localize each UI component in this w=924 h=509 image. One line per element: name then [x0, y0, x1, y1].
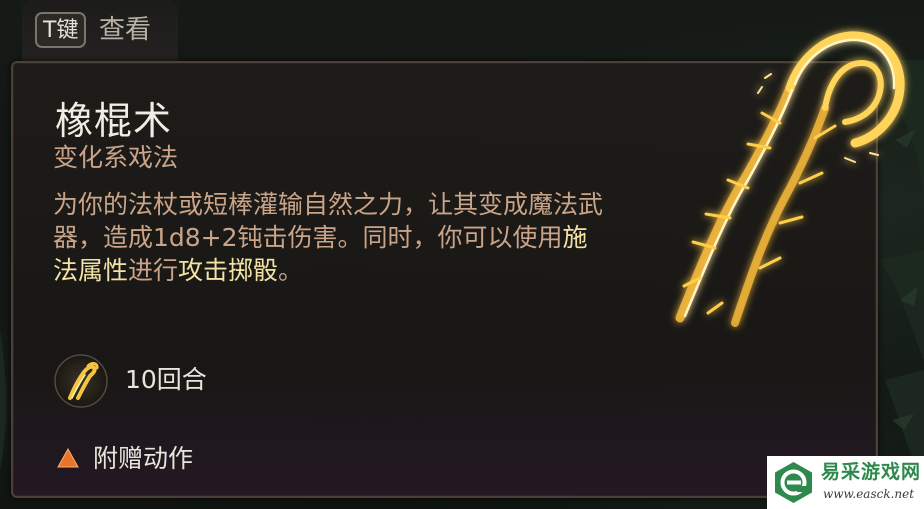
- inspect-label: 查看: [99, 15, 152, 45]
- description-keyword[interactable]: 攻击掷骰: [178, 256, 278, 285]
- watermark-url: www.easck.net: [823, 487, 915, 501]
- description-text: 。: [278, 256, 304, 285]
- inspect-hint-tab[interactable]: T键 查看: [22, 0, 178, 62]
- action-type: 附赠动作: [93, 444, 194, 473]
- spell-title: 橡棍术: [55, 99, 173, 143]
- glowing-shillelagh-club-icon: [675, 31, 905, 327]
- bonus-action-triangle-icon: [57, 447, 79, 468]
- shillelagh-spell-icon: [54, 354, 108, 408]
- site-logo-icon: [775, 462, 812, 503]
- spell-duration: 10回合: [125, 365, 207, 394]
- description-text: 进行: [128, 256, 179, 285]
- site-watermark: 易采游戏网 www.easck.net: [767, 456, 924, 509]
- spell-description: 为你的法杖或短棒灌输自然之力，让其变成魔法武器，造成1d8+2钝击伤害。同时，你…: [53, 188, 608, 287]
- spell-school: 变化系戏法: [53, 143, 179, 172]
- description-text: 为你的法杖或短棒灌输自然之力，让其变成魔法武器，造成1d8+2钝击伤害。同时，你…: [53, 190, 604, 252]
- watermark-name: 易采游戏网: [821, 461, 922, 483]
- t-key-badge: T键: [35, 12, 87, 48]
